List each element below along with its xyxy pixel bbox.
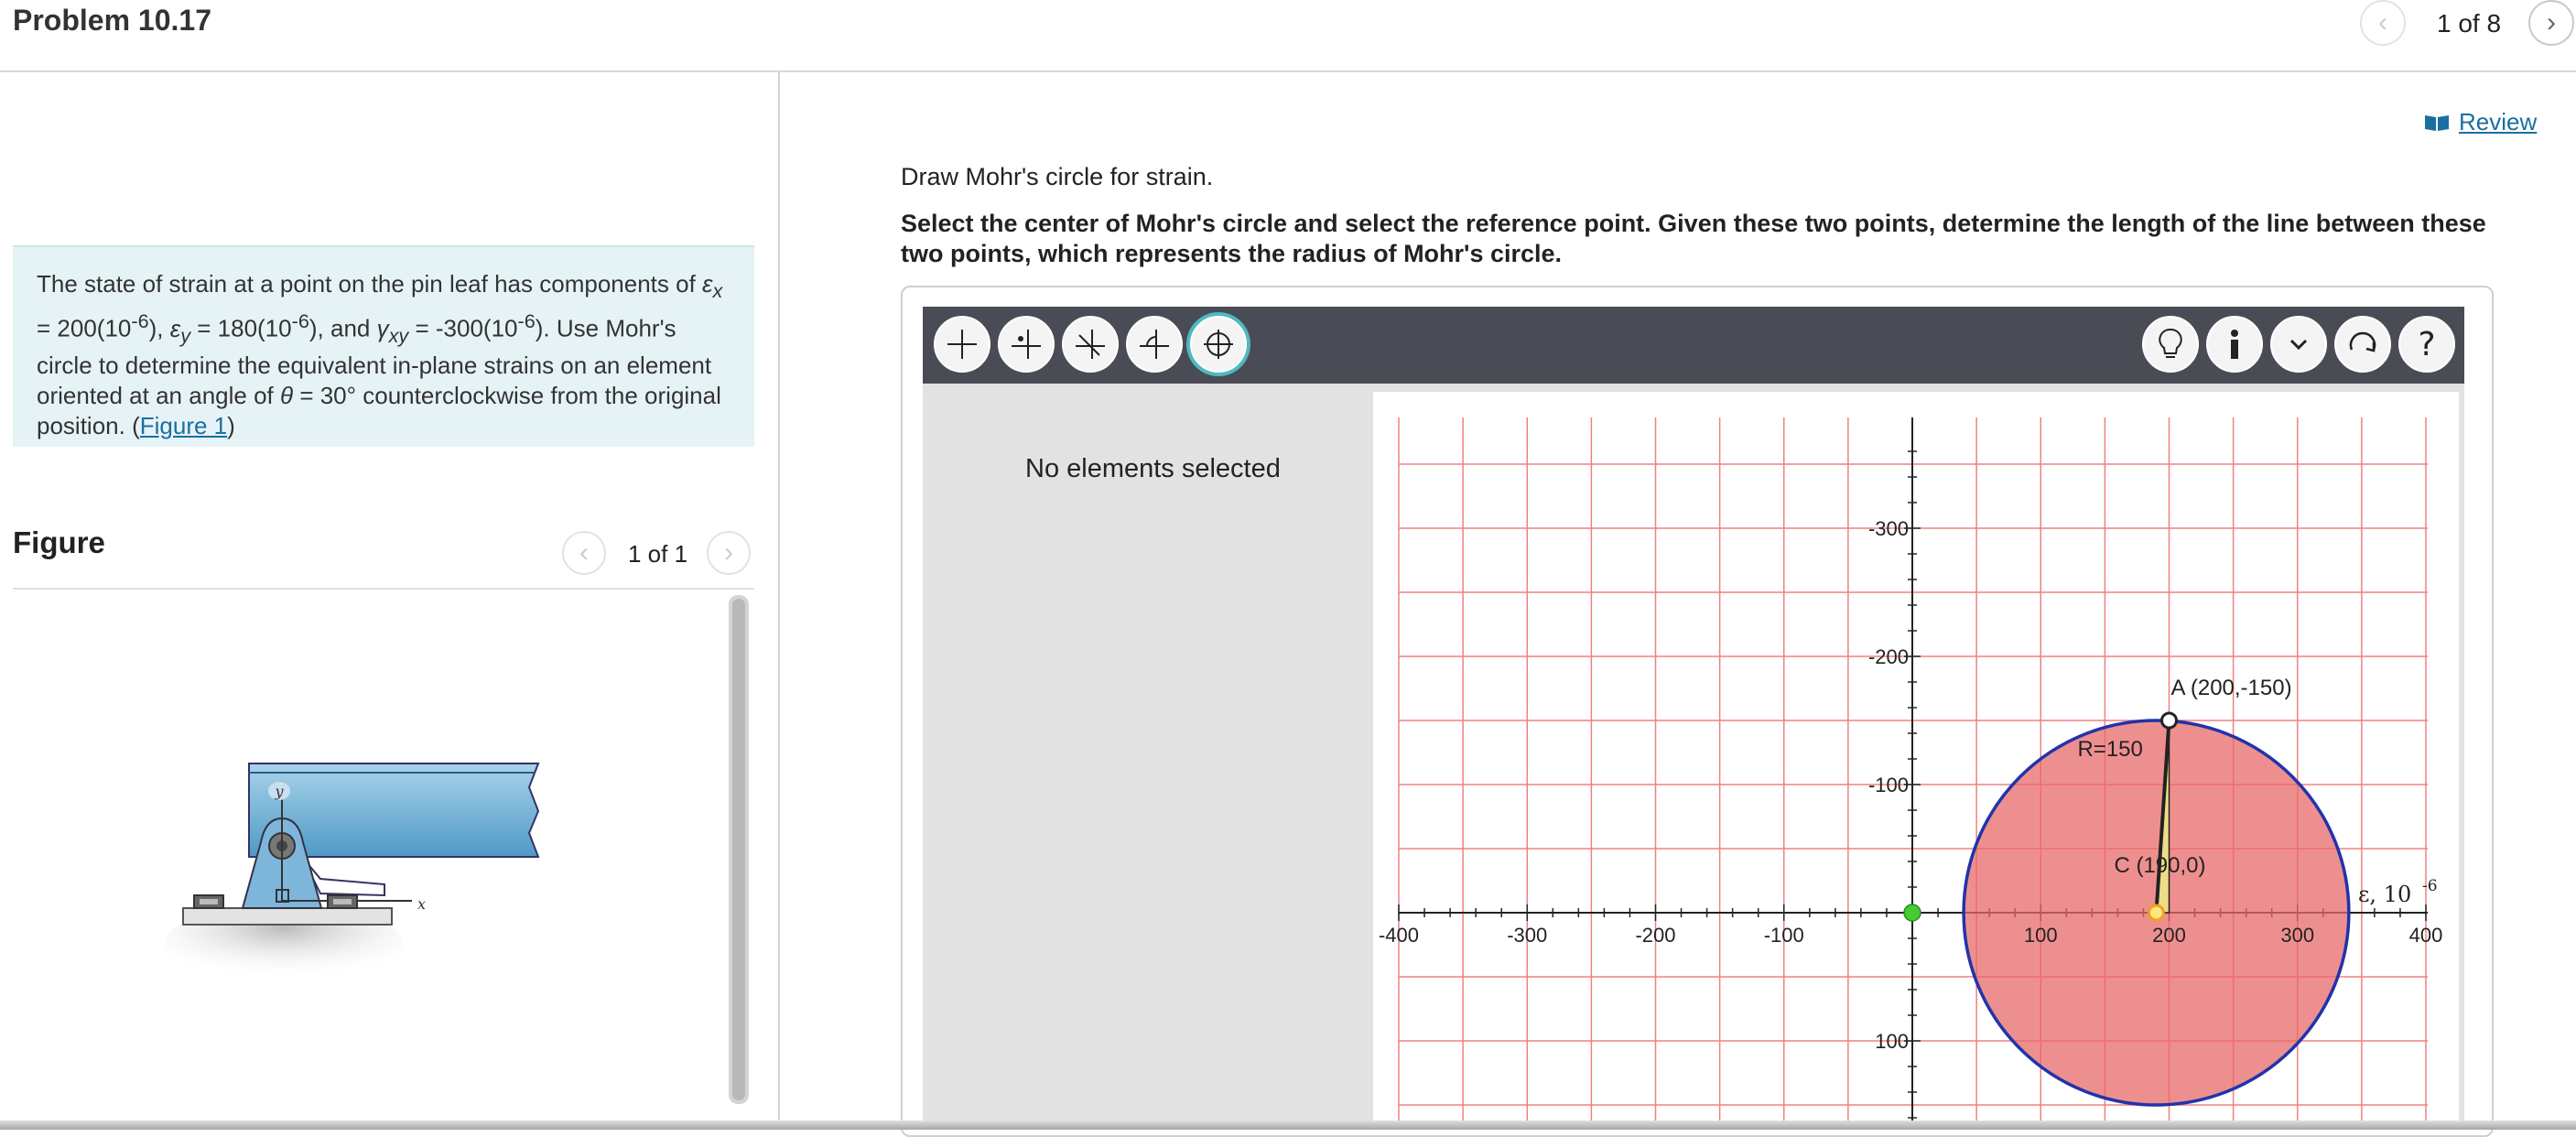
y-tick-label: 100: [1875, 1030, 1909, 1053]
prev-problem-button[interactable]: ‹: [2360, 0, 2406, 46]
chevron-left-icon: ‹: [2378, 7, 2387, 38]
question-icon: ?: [2418, 325, 2436, 363]
y-tick-label: -300: [1868, 517, 1909, 540]
problem-page-indicator: 1 of 8: [2437, 9, 2502, 38]
info-button[interactable]: [2206, 316, 2263, 373]
chevron-right-icon: ›: [2547, 7, 2556, 38]
point-tool-icon: [1012, 330, 1041, 359]
chevron-down-icon: [2289, 339, 2308, 351]
x-tick-label: -100: [1764, 924, 1804, 947]
radius-label: R=150: [2077, 737, 2142, 762]
prev-figure-button[interactable]: ‹: [562, 531, 606, 575]
x-tick-label: 400: [2409, 924, 2443, 947]
figure-heading: Figure: [13, 525, 105, 559]
instruction-line-2: Select the center of Mohr's circle and s…: [901, 210, 2486, 267]
help-button[interactable]: ?: [2398, 316, 2455, 373]
pane-divider[interactable]: [778, 72, 780, 1130]
center-label: C (190,0): [2114, 853, 2205, 878]
book-icon: [2425, 114, 2449, 131]
line-tool-button[interactable]: [1062, 316, 1119, 373]
bottom-edge: [0, 1121, 2576, 1130]
x-tick-label: 300: [2280, 924, 2314, 947]
figure-divider: [13, 588, 754, 590]
point-a: [2160, 711, 2178, 730]
info-icon: [2231, 330, 2238, 359]
figure-link[interactable]: Figure 1: [140, 412, 227, 439]
point-tool-button[interactable]: [998, 316, 1055, 373]
reset-button[interactable]: [2334, 316, 2391, 373]
y-tick-label: -100: [1868, 774, 1909, 796]
mohr-circle-graph[interactable]: -400 -300 -200 -100 100 200 300 400 -300 -200 -100…: [1373, 392, 2459, 1130]
dropdown-button[interactable]: [2270, 316, 2327, 373]
x-tick-label: -200: [1635, 924, 1675, 947]
problem-title: Problem 10.17: [13, 4, 211, 37]
rotate-icon: [2349, 331, 2376, 352]
review-label: Review: [2459, 108, 2538, 135]
figure-scrollbar-thumb[interactable]: [732, 599, 745, 1100]
lightbulb-icon: [2159, 328, 2182, 358]
figure-page-indicator: 1 of 1: [628, 540, 688, 568]
axis-label-exponent: -6: [2422, 877, 2438, 895]
y-tick-label: -200: [1868, 645, 1909, 668]
top-bar: Problem 10.17 ‹ 1 of 8 ›: [0, 0, 2576, 72]
axis-tool-button[interactable]: [934, 316, 990, 373]
selection-panel: [923, 384, 1366, 1130]
instruction-line-1: Draw Mohr's circle for strain.: [901, 163, 1214, 190]
mohr-circle-layer: [1903, 711, 2351, 1107]
next-figure-button[interactable]: ›: [707, 531, 751, 575]
chevron-left-icon: ‹: [579, 537, 589, 568]
angle-tool-icon: [1140, 330, 1169, 359]
origin-point: [1903, 904, 1921, 922]
review-link[interactable]: Review: [2424, 108, 2537, 136]
center-point: [2147, 904, 2165, 922]
point-a-label: A (200,-150): [2171, 676, 2292, 700]
problem-statement: The state of strain at a point on the pi…: [13, 245, 754, 447]
next-problem-button[interactable]: ›: [2528, 0, 2574, 46]
x-tick-label: -400: [1379, 924, 1419, 947]
circle-tool-icon: [1204, 330, 1233, 359]
x-tick-label: 100: [2024, 924, 2058, 947]
figure-x-label: x: [417, 895, 426, 913]
x-tick-label: 200: [2152, 924, 2186, 947]
angle-tool-button[interactable]: [1126, 316, 1183, 373]
axis-tool-icon: [947, 330, 977, 359]
axis-label-strain: ε, 10: [2358, 882, 2411, 907]
selection-status: No elements selected: [1025, 454, 1281, 483]
x-tick-label: -300: [1507, 924, 1547, 947]
line-tool-icon: [1076, 330, 1105, 359]
graph-canvas[interactable]: -400 -300 -200 -100 100 200 300 400 -300 -200 -100…: [1373, 392, 2459, 1130]
pin-leaf-figure: y x: [165, 763, 540, 980]
hint-button[interactable]: [2142, 316, 2199, 373]
chevron-right-icon: ›: [724, 537, 733, 568]
figure-y-label: y: [274, 783, 284, 800]
circle-tool-button[interactable]: [1190, 316, 1247, 373]
